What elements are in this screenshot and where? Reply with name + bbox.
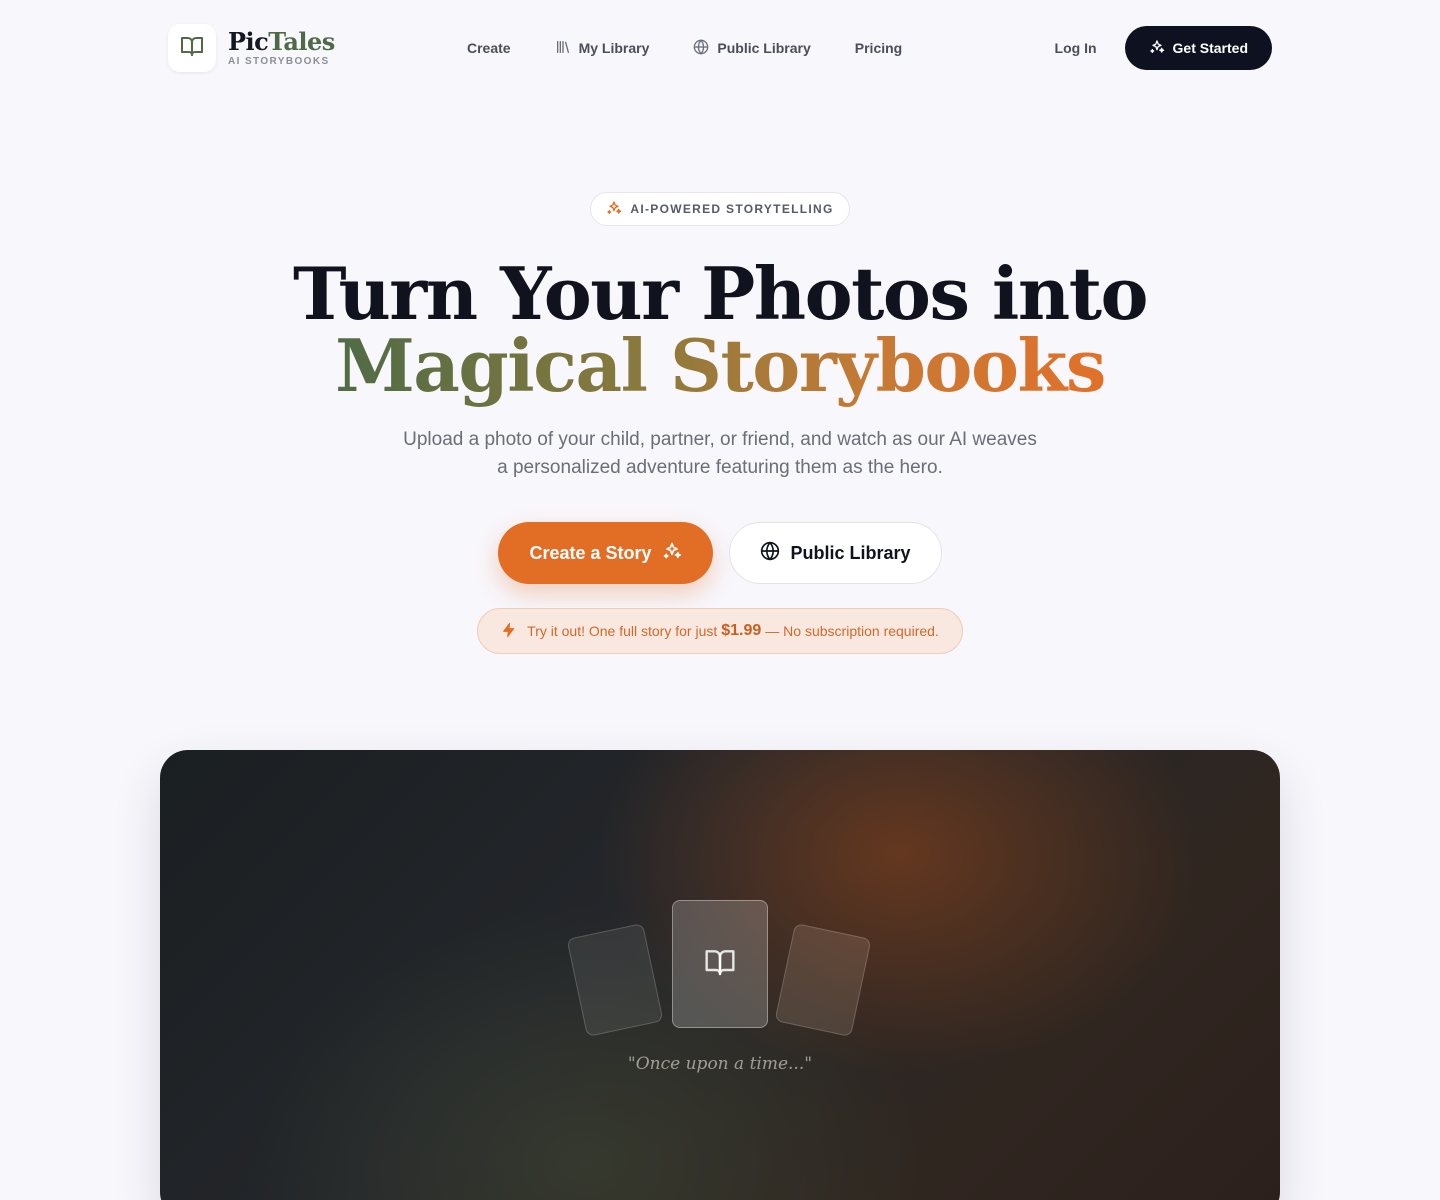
logo-tile <box>168 24 216 72</box>
brand-name: PicTales <box>228 29 335 55</box>
promo-suffix: — No subscription required. <box>765 623 939 639</box>
story-card-right <box>774 922 872 1038</box>
library-icon <box>555 39 579 58</box>
nav-link-pricing[interactable]: Pricing <box>855 40 902 56</box>
create-story-label: Create a Story <box>529 542 652 563</box>
cta-row: Create a Story Public Library <box>498 522 942 584</box>
sparkles-icon <box>1149 39 1173 58</box>
brand-subtitle: AI STORYBOOKS <box>228 56 330 67</box>
headline-highlight: Magical Storybooks <box>335 323 1106 408</box>
sparkles-icon <box>652 541 682 566</box>
globe-icon <box>693 38 717 58</box>
get-started-button[interactable]: Get Started <box>1124 26 1272 70</box>
brand-name-part2: Tales <box>268 27 335 56</box>
headline-line2: Magical Storybooks <box>0 330 1440 402</box>
nav-link-public-library[interactable]: Public Library <box>693 38 811 58</box>
brand[interactable]: PicTales AI STORYBOOKS <box>168 24 335 72</box>
promo-price: $1.99 <box>721 622 762 639</box>
promo-banner: Try it out! One full story for just $1.9… <box>477 608 963 654</box>
create-story-button[interactable]: Create a Story <box>498 522 713 584</box>
promo-prefix: Try it out! One full story for just <box>527 623 718 639</box>
lightning-icon <box>501 622 527 641</box>
nav-link-label: Pricing <box>854 40 903 56</box>
preview-quote: "Once upon a time..." <box>627 1054 813 1074</box>
top-navigation: PicTales AI STORYBOOKS Create My Library… <box>168 24 1272 72</box>
login-link[interactable]: Log In <box>1055 40 1097 56</box>
brand-name-part1: Pic <box>228 27 269 56</box>
public-library-label: Public Library <box>790 542 911 563</box>
hero-subtitle: Upload a photo of your child, partner, o… <box>403 429 1037 478</box>
nav-actions: Log In Get Started <box>1055 26 1272 70</box>
public-library-button[interactable]: Public Library <box>729 522 942 584</box>
nav-link-label: Create <box>467 40 511 56</box>
story-card-center <box>672 900 768 1028</box>
nav-link-label: Public Library <box>717 40 811 56</box>
headline-line1: Turn Your Photos into <box>292 251 1149 336</box>
sparkles-icon <box>606 200 630 219</box>
nav-links: Create My Library Public Library Pricing <box>467 24 946 72</box>
story-preview-panel: "Once upon a time..." <box>160 750 1280 1200</box>
open-book-icon <box>704 946 736 983</box>
globe-icon <box>760 540 790 566</box>
story-card-left <box>566 922 664 1038</box>
nav-link-label: My Library <box>578 40 650 56</box>
get-started-label: Get Started <box>1172 40 1248 56</box>
open-book-icon <box>180 34 204 63</box>
hero-badge: AI-POWERED STORYTELLING <box>590 192 850 226</box>
nav-link-create[interactable]: Create <box>467 40 511 56</box>
hero-badge-label: AI-POWERED STORYTELLING <box>630 202 834 216</box>
nav-link-my-library[interactable]: My Library <box>555 39 650 58</box>
